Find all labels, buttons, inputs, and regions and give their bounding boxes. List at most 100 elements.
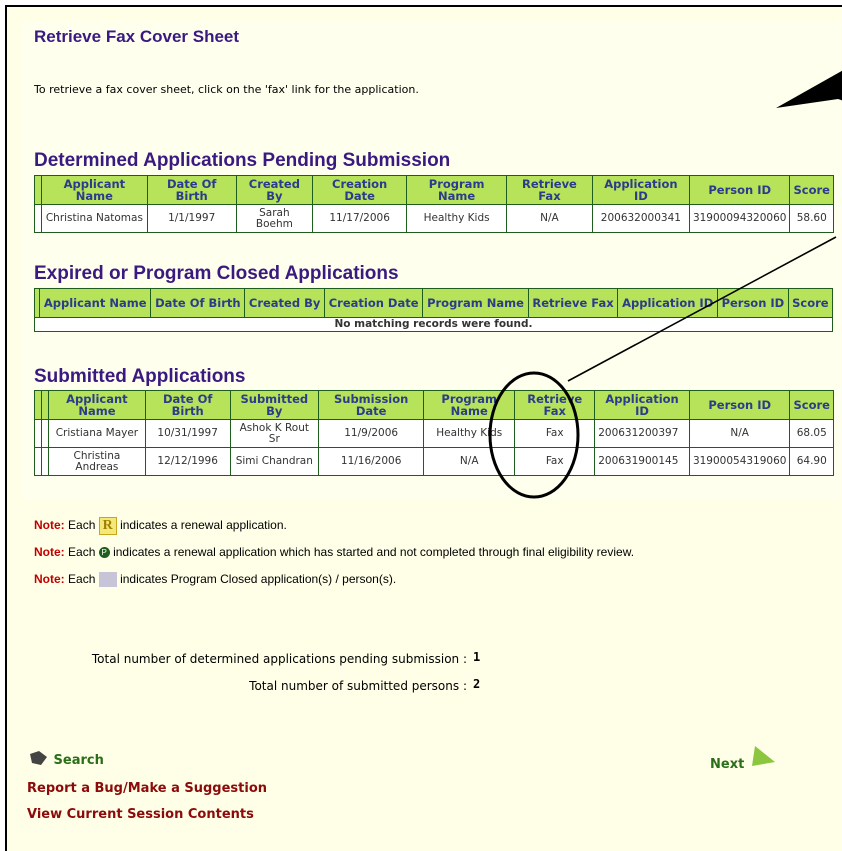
col-applicant-name: Applicant Name bbox=[38, 288, 152, 318]
col-retrieve-fax: Retrieve Fax bbox=[527, 288, 619, 318]
submitted-by-cell: Simi Chandran bbox=[229, 447, 320, 476]
col-program-name: Program Name bbox=[423, 390, 516, 420]
dob-cell: 12/12/1996 bbox=[144, 447, 231, 476]
table-row: Christina Andreas 12/12/1996 Simi Chandr… bbox=[34, 447, 834, 476]
program-closed-icon bbox=[98, 572, 117, 588]
row-marker bbox=[34, 419, 42, 448]
col-dob: Date Of Birth bbox=[146, 175, 237, 205]
score-cell: 64.90 bbox=[789, 447, 834, 476]
note-each: Each bbox=[68, 545, 96, 559]
col-score: Score bbox=[789, 175, 834, 205]
note-program-closed: Note: Each indicates Program Closed appl… bbox=[34, 572, 397, 588]
score-cell: 58.60 bbox=[789, 204, 834, 233]
applicant-name-cell: Christina Natomas bbox=[41, 204, 148, 233]
col-applicant-name: Applicant Name bbox=[41, 175, 148, 205]
col-submitted-by: Submitted By bbox=[229, 390, 320, 420]
col-program-name: Program Name bbox=[422, 288, 529, 318]
note-label: Note: bbox=[34, 545, 65, 559]
retrieve-fax-cell: N/A bbox=[506, 204, 593, 233]
renewal-icon: R bbox=[98, 517, 117, 535]
col-applicant-name: Applicant Name bbox=[48, 390, 146, 420]
col-person-id: Person ID bbox=[688, 175, 791, 205]
next-label: Next bbox=[710, 757, 745, 772]
determined-heading: Determined Applications Pending Submissi… bbox=[34, 150, 451, 171]
submission-date-cell: 11/16/2006 bbox=[318, 447, 425, 476]
col-retrieve-fax: Retrieve Fax bbox=[514, 390, 596, 420]
row-marker bbox=[34, 204, 42, 233]
submitted-by-cell: Ashok K Rout Sr bbox=[229, 419, 320, 448]
col-created-by: Created By bbox=[235, 175, 314, 205]
select-col-2 bbox=[41, 390, 49, 420]
expired-heading: Expired or Program Closed Applications bbox=[34, 263, 399, 284]
row-marker bbox=[34, 447, 42, 476]
pending-renewal-icon: P bbox=[98, 547, 110, 559]
note-text: indicates Program Closed application(s) … bbox=[120, 572, 397, 586]
application-id-cell: 200631900145 bbox=[594, 447, 690, 476]
next-arrow-icon bbox=[751, 746, 775, 766]
submitted-heading: Submitted Applications bbox=[34, 366, 246, 387]
fax-link[interactable]: Fax bbox=[514, 447, 596, 476]
col-score: Score bbox=[787, 288, 834, 318]
note-each: Each bbox=[68, 518, 96, 533]
pending-total-label: Total number of determined applications … bbox=[91, 652, 467, 666]
table-row: Cristiana Mayer 10/31/1997 Ashok K Rout … bbox=[34, 419, 834, 448]
persons-total-label: Total number of submitted persons : bbox=[249, 679, 467, 693]
fax-link[interactable]: Fax bbox=[514, 419, 596, 448]
view-session-link[interactable]: View Current Session Contents bbox=[27, 807, 254, 822]
applicant-name-cell: Christina Andreas bbox=[48, 447, 146, 476]
page-frame: Retrieve Fax Cover Sheet To retrieve a f… bbox=[5, 5, 842, 851]
persons-total-value: 2 bbox=[473, 677, 481, 691]
intro-text: To retrieve a fax cover sheet, click on … bbox=[34, 83, 419, 96]
table-row: Christina Natomas 1/1/1997 Sarah Boehm 1… bbox=[34, 204, 834, 233]
program-name-cell: N/A bbox=[423, 447, 516, 476]
application-id-cell: 200632000341 bbox=[591, 204, 690, 233]
col-program-name: Program Name bbox=[406, 175, 508, 205]
note-renewal: Note: Each R indicates a renewal applica… bbox=[34, 517, 287, 535]
col-dob: Date Of Birth bbox=[150, 288, 246, 318]
program-name-cell: Healthy Kids bbox=[406, 204, 508, 233]
report-bug-link[interactable]: Report a Bug/Make a Suggestion bbox=[27, 781, 267, 796]
col-application-id: Application ID bbox=[594, 390, 690, 420]
dob-cell: 10/31/1997 bbox=[144, 419, 231, 448]
pending-total-value: 1 bbox=[473, 650, 481, 664]
expired-table: Applicant Name Date Of Birth Created By … bbox=[34, 288, 834, 332]
note-pending-renewal: Note: Each P indicates a renewal applica… bbox=[34, 545, 634, 559]
note-each: Each bbox=[68, 572, 96, 586]
application-id-cell: 200631200397 bbox=[594, 419, 690, 448]
person-id-cell: 31900054319060 bbox=[688, 447, 791, 476]
submitted-table: Applicant Name Date Of Birth Submitted B… bbox=[34, 390, 834, 476]
col-creation-date: Creation Date bbox=[323, 288, 424, 318]
col-created-by: Created By bbox=[244, 288, 325, 318]
creation-date-cell: 11/17/2006 bbox=[312, 204, 408, 233]
page-title: Retrieve Fax Cover Sheet bbox=[34, 27, 240, 46]
col-application-id: Application ID bbox=[591, 175, 690, 205]
col-dob: Date Of Birth bbox=[144, 390, 231, 420]
no-records-message: No matching records were found. bbox=[34, 317, 833, 332]
col-application-id: Application ID bbox=[617, 288, 719, 318]
note-label: Note: bbox=[34, 518, 65, 533]
person-id-cell: 31900094320060 bbox=[688, 204, 791, 233]
col-retrieve-fax: Retrieve Fax bbox=[506, 175, 593, 205]
note-label: Note: bbox=[34, 572, 65, 586]
search-icon bbox=[30, 751, 47, 765]
col-score: Score bbox=[789, 390, 834, 420]
program-name-cell: Healthy Kids bbox=[423, 419, 516, 448]
next-link[interactable]: Next bbox=[710, 744, 777, 772]
select-col bbox=[34, 390, 42, 420]
col-creation-date: Creation Date bbox=[312, 175, 408, 205]
row-marker-2 bbox=[41, 419, 49, 448]
submission-date-cell: 11/9/2006 bbox=[318, 419, 425, 448]
row-marker-2 bbox=[41, 447, 49, 476]
col-person-id: Person ID bbox=[717, 288, 789, 318]
search-link[interactable]: Search bbox=[29, 751, 104, 768]
applicant-name-cell: Cristiana Mayer bbox=[48, 419, 146, 448]
note-text: indicates a renewal application. bbox=[120, 518, 287, 533]
score-cell: 68.05 bbox=[789, 419, 834, 448]
dob-cell: 1/1/1997 bbox=[146, 204, 237, 233]
determined-table: Applicant Name Date Of Birth Created By … bbox=[34, 175, 834, 233]
search-label: Search bbox=[53, 753, 104, 768]
col-person-id: Person ID bbox=[688, 390, 791, 420]
select-col bbox=[34, 175, 42, 205]
created-by-cell: Sarah Boehm bbox=[235, 204, 314, 233]
col-submission-date: Submission Date bbox=[318, 390, 425, 420]
